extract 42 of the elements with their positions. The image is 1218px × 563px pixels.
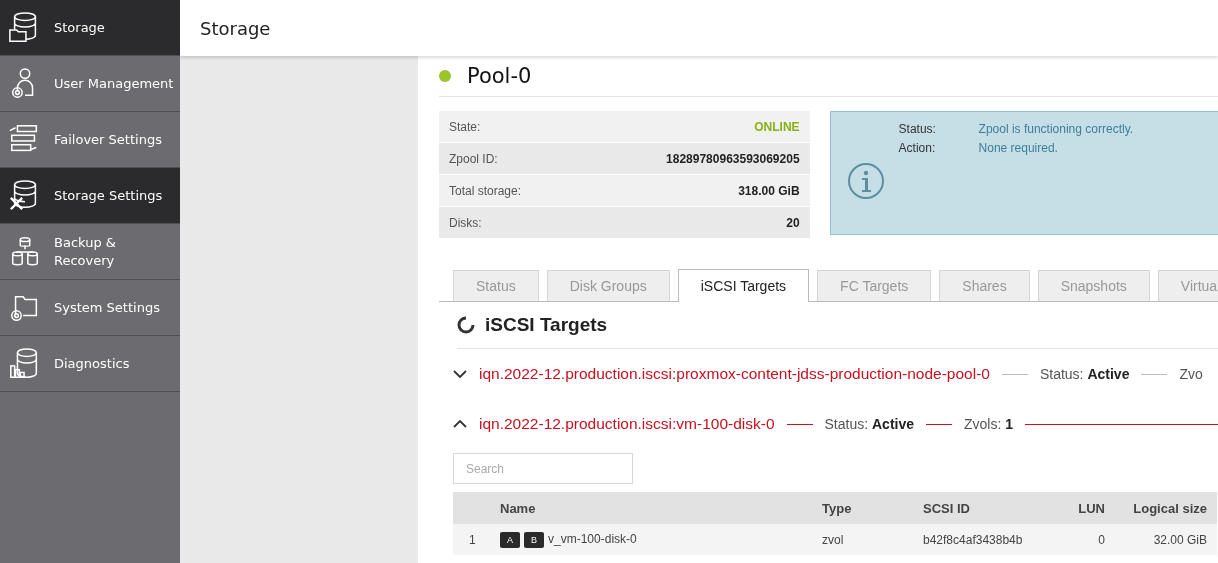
detail-value: ONLINE bbox=[754, 119, 800, 134]
target-name[interactable]: iqn.2022-12.production.iscsi:vm-100-disk-0 bbox=[479, 415, 775, 433]
chevron-down-icon[interactable] bbox=[453, 369, 467, 379]
table-cell: b42f8c4af3438b4b bbox=[903, 524, 1049, 555]
section-title: iSCSI Targets bbox=[485, 314, 608, 336]
tag-badge: A bbox=[500, 531, 520, 548]
target-status: Status: Active bbox=[824, 416, 914, 432]
target-zvols: Zvols: 1 bbox=[964, 416, 1014, 432]
target-zvols: Zvo bbox=[1179, 366, 1203, 382]
column-header: Type bbox=[821, 492, 903, 524]
tab[interactable]: iSCSI Targets bbox=[677, 269, 810, 302]
row-number: 1 bbox=[453, 524, 499, 555]
chevron-up-icon[interactable] bbox=[453, 419, 467, 429]
column-header: Logical size bbox=[1106, 492, 1217, 524]
info-label: Status: bbox=[898, 122, 937, 136]
info-value: Zpool is functioning correctly. bbox=[978, 122, 1134, 136]
detail-label: Zpool ID: bbox=[449, 151, 498, 166]
detail-label: Disks: bbox=[449, 215, 482, 230]
detail-label: State: bbox=[449, 119, 481, 134]
table-cell: 0 bbox=[1049, 524, 1106, 555]
column-header: Name bbox=[499, 492, 821, 524]
sidebar-item[interactable]: Storage bbox=[0, 0, 180, 56]
search-field[interactable]: Search bbox=[453, 453, 633, 484]
info-label: Action: bbox=[898, 141, 937, 155]
sidebar-item[interactable]: Storage Settings bbox=[0, 168, 180, 224]
detail-value: 318.00 GiB bbox=[738, 183, 800, 198]
detail-value: 20 bbox=[786, 215, 800, 230]
info-value: None required. bbox=[978, 141, 1059, 155]
refresh-icon[interactable] bbox=[457, 316, 475, 334]
info-icon bbox=[846, 162, 885, 200]
target-status: Status: Active bbox=[1039, 366, 1130, 382]
column-header: SCSI ID bbox=[903, 492, 1049, 524]
tag-badge: B bbox=[524, 531, 545, 548]
detail-value: 18289780963593069205 bbox=[666, 151, 800, 166]
target-name[interactable]: iqn.2022-12.production.iscsi:proxmox-content-jdss-production-node-pool-0 bbox=[479, 365, 990, 383]
page-title: Storage bbox=[180, 0, 1218, 56]
column-header: LUN bbox=[1049, 492, 1106, 524]
detail-label: Total storage: bbox=[449, 183, 522, 198]
table-cell: zvol bbox=[821, 524, 903, 555]
pool-name: Pool-0 bbox=[467, 64, 532, 88]
table-cell: 32.00 GiB bbox=[1106, 524, 1217, 555]
zvol-name: v_vm-100-disk-0 bbox=[548, 531, 637, 546]
